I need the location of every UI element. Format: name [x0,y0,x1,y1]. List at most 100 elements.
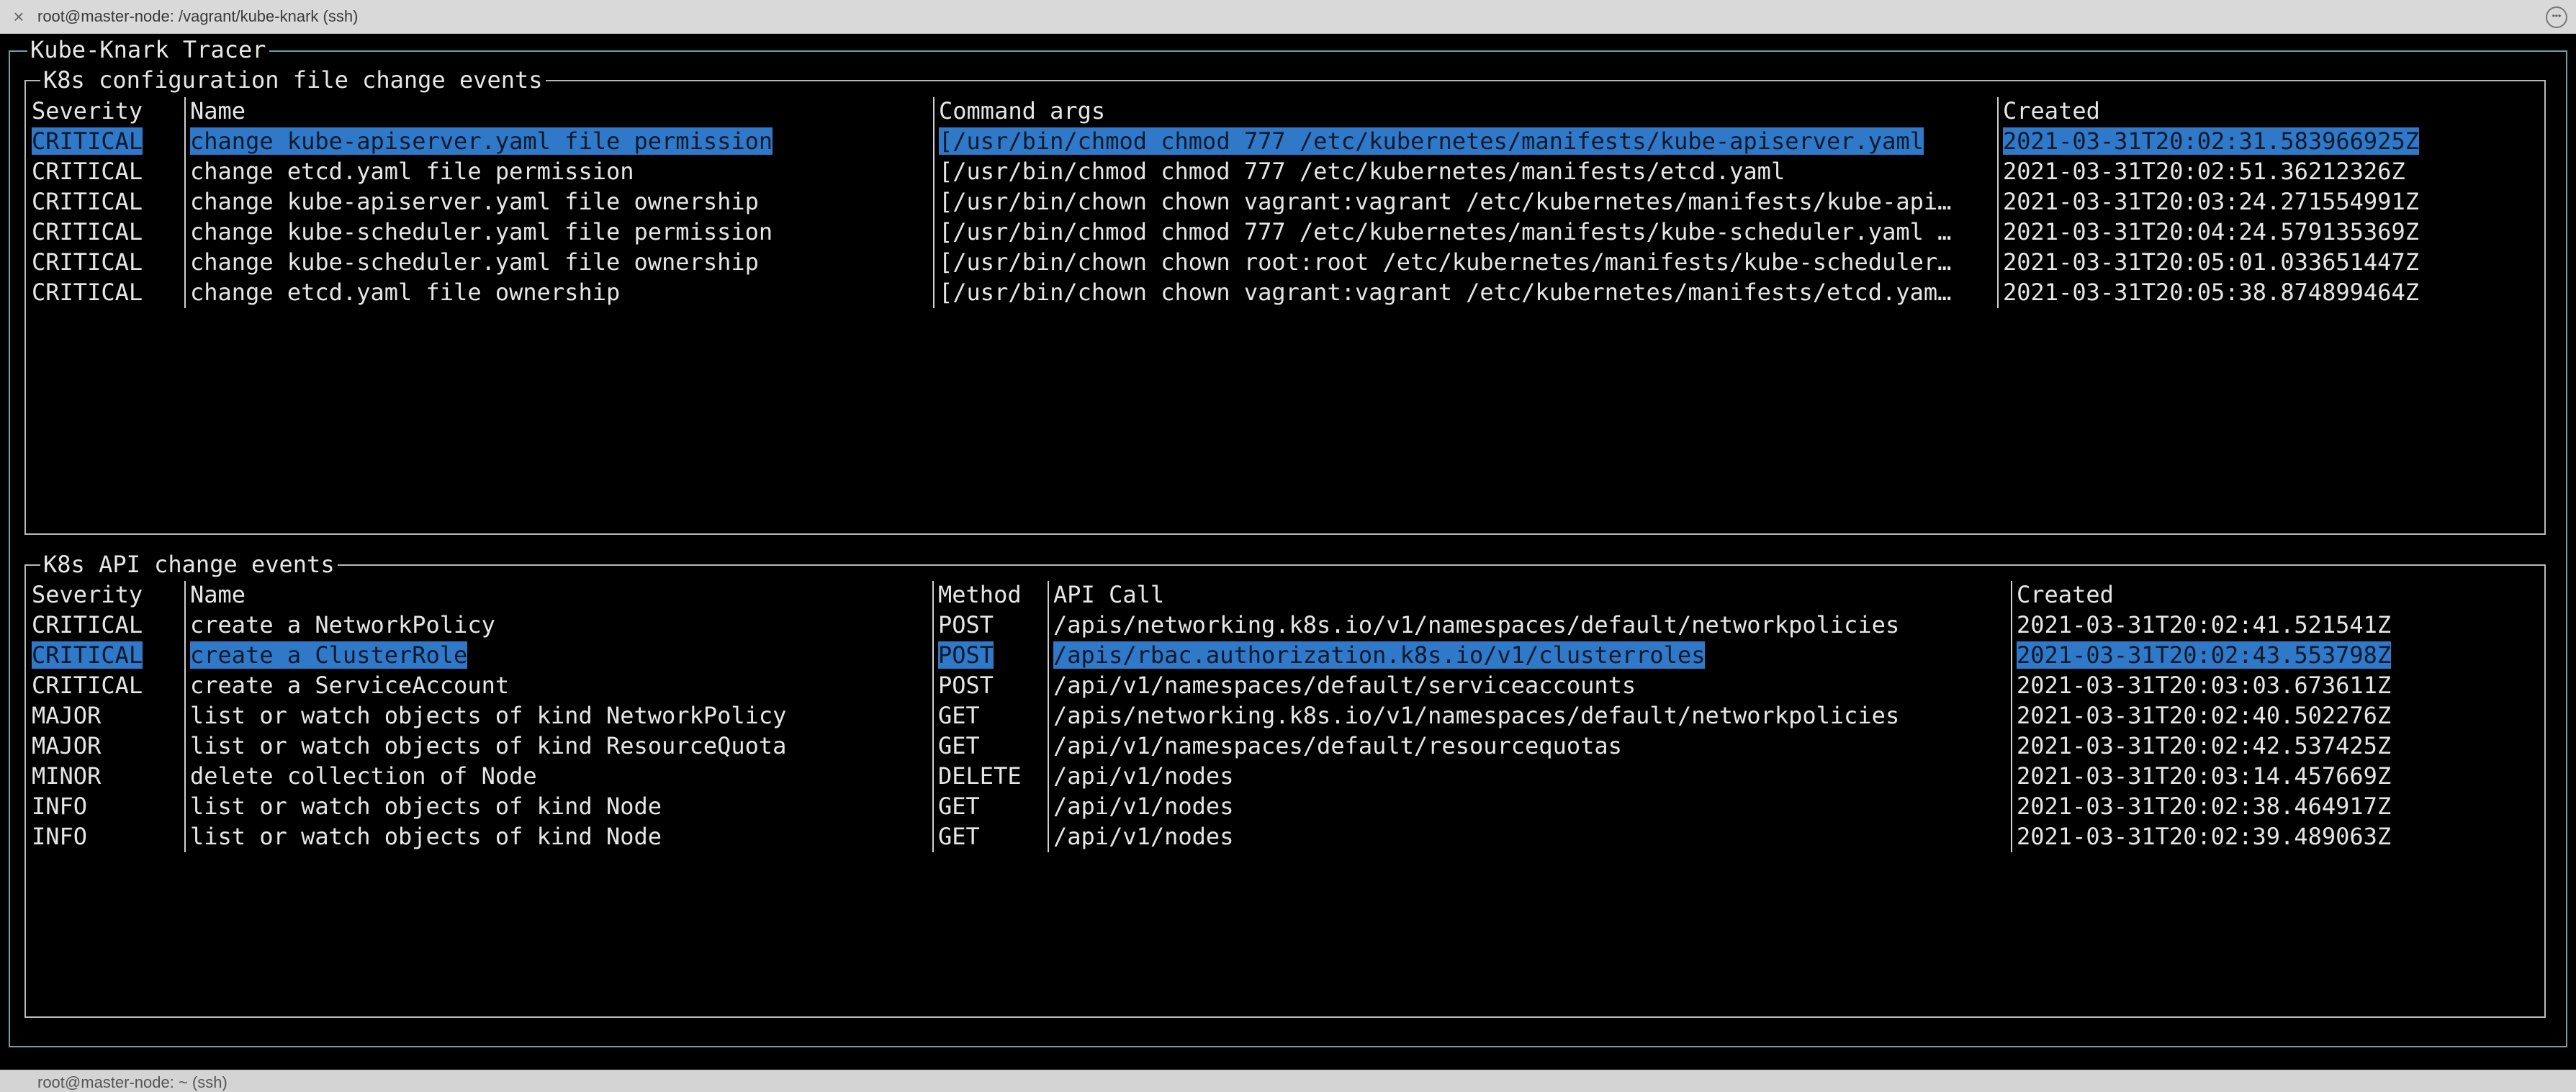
table-row-cell-api[interactable]: /apis/networking.k8s.io/v1/namespaces/de… [1053,700,2004,731]
cell-text-name: change kube-scheduler.yaml file permissi… [190,218,773,245]
cell-text-severity: CRITICAL [32,188,143,215]
table-row-cell-created[interactable]: 2021-03-31T20:02:42.537425Z [2017,731,2535,761]
table-row-cell-method[interactable]: POST [938,670,1046,700]
cell-text-created: 2021-03-31T20:02:51.36212326Z [2003,158,2405,185]
cell-text-api: /apis/networking.k8s.io/v1/namespaces/de… [1053,702,1900,729]
table-row-cell-created[interactable]: 2021-03-31T20:02:38.464917Z [2017,791,2535,821]
table-row-cell-api[interactable]: /apis/rbac.authorization.k8s.io/v1/clust… [1053,640,2004,670]
table-row-cell-severity[interactable]: MAJOR [32,700,176,731]
table-row-cell-args[interactable]: [/usr/bin/chmod chmod 777 /etc/kubernete… [939,217,1990,247]
table-row-cell-severity[interactable]: CRITICAL [32,610,176,640]
more-icon[interactable]: ••• [2546,6,2567,28]
table-row-cell-api[interactable]: /api/v1/nodes [1053,791,2004,821]
table-row-cell-api[interactable]: /apis/networking.k8s.io/v1/namespaces/de… [1053,610,2004,640]
table-row-cell-api[interactable]: /api/v1/namespaces/default/serviceaccoun… [1053,670,2004,700]
table-row-cell-created[interactable]: 2021-03-31T20:02:51.36212326Z [2003,156,2536,186]
cell-text-created: 2021-03-31T20:05:01.033651447Z [2003,248,2419,276]
table-row-cell-name[interactable]: change etcd.yaml file permission [190,156,924,186]
table-row-cell-name[interactable]: list or watch objects of kind ResourceQu… [190,731,924,761]
cell-text-severity: MAJOR [32,732,102,759]
cell-text-created: 2021-03-31T20:02:41.521541Z [2017,611,2392,638]
table-row-cell-severity[interactable]: CRITICAL [32,126,176,156]
table-row-cell-method[interactable]: POST [938,640,1046,670]
close-icon[interactable]: × [9,6,29,27]
cell-text-created: 2021-03-31T20:02:31.583966925Z [2003,127,2419,155]
table-row-cell-created[interactable]: 2021-03-31T20:02:31.583966925Z [2003,126,2536,156]
table-row-cell-created[interactable]: 2021-03-31T20:03:14.457669Z [2017,761,2535,791]
table-row-cell-name[interactable]: create a ServiceAccount [190,670,924,700]
table-row-cell-severity[interactable]: CRITICAL [32,640,176,670]
table-row-cell-name[interactable]: change kube-apiserver.yaml file ownershi… [190,186,924,217]
table-row-cell-name[interactable]: list or watch objects of kind NetworkPol… [190,700,924,731]
cell-text-created: 2021-03-31T20:05:38.874899464Z [2003,279,2419,306]
cell-text-severity: MINOR [32,762,102,790]
column-header-name: Name [190,97,246,125]
table-row-cell-args[interactable]: [/usr/bin/chown chown root:root /etc/kub… [939,247,1990,277]
table-row-cell-severity[interactable]: MAJOR [32,731,176,761]
table-row-cell-severity[interactable]: CRITICAL [32,670,176,700]
table-row-cell-name[interactable]: change kube-apiserver.yaml file permissi… [190,126,924,156]
table-row-cell-args[interactable]: [/usr/bin/chown chown vagrant:vagrant /e… [939,186,1990,217]
table-row-cell-method[interactable]: GET [938,731,1046,761]
table-row-cell-severity[interactable]: CRITICAL [32,186,176,217]
table-row-cell-severity[interactable]: MINOR [32,761,176,791]
cell-text-api: /api/v1/nodes [1053,823,1234,850]
table-row-cell-args[interactable]: [/usr/bin/chmod chmod 777 /etc/kubernete… [939,156,1990,186]
table-row-cell-created[interactable]: 2021-03-31T20:05:38.874899464Z [2003,277,2536,307]
table-row-cell-severity[interactable]: CRITICAL [32,247,176,277]
table-row-cell-severity[interactable]: CRITICAL [32,277,176,307]
cell-text-method: GET [938,702,980,729]
cell-text-name: change etcd.yaml file ownership [190,279,621,306]
table-row-cell-method[interactable]: POST [938,610,1046,640]
table-row-cell-api[interactable]: /api/v1/nodes [1053,761,2004,791]
table-row-cell-name[interactable]: delete collection of Node [190,761,924,791]
column-header-api: API Call [1053,581,1165,608]
table-row-cell-api[interactable]: /api/v1/nodes [1053,821,2004,852]
table-row-cell-name[interactable]: create a NetworkPolicy [190,610,924,640]
column-separator [1997,97,1999,308]
table-row-cell-severity[interactable]: INFO [32,821,176,852]
table-row-cell-method[interactable]: GET [938,791,1046,821]
table-row-cell-severity[interactable]: CRITICAL [32,217,176,247]
cell-text-severity: INFO [32,823,88,850]
table-row-cell-name[interactable]: change etcd.yaml file ownership [190,277,924,307]
table-row-cell-created[interactable]: 2021-03-31T20:02:39.489063Z [2017,821,2535,852]
table-row-cell-created[interactable]: 2021-03-31T20:05:01.033651447Z [2003,247,2536,277]
cell-text-method: POST [938,672,994,699]
table-row-cell-created[interactable]: 2021-03-31T20:02:40.502276Z [2017,700,2535,731]
cell-text-api: /api/v1/namespaces/default/serviceaccoun… [1053,672,1636,699]
table-row-cell-method[interactable]: GET [938,821,1046,852]
cell-text-name: change etcd.yaml file permission [190,158,634,185]
table-row-cell-severity[interactable]: INFO [32,791,176,821]
column-separator [933,97,935,308]
table-row-cell-name[interactable]: change kube-scheduler.yaml file ownershi… [190,247,924,277]
table-row-cell-created[interactable]: 2021-03-31T20:03:24.271554991Z [2003,186,2536,217]
cell-text-api: /api/v1/nodes [1053,762,1234,790]
table-row-cell-name[interactable]: list or watch objects of kind Node [190,821,924,852]
table-row-cell-created[interactable]: 2021-03-31T20:02:43.553798Z [2017,640,2535,670]
cell-text-severity: CRITICAL [32,248,143,276]
table-row-cell-name[interactable]: create a ClusterRole [190,640,924,670]
table-row-cell-severity[interactable]: CRITICAL [32,156,176,186]
second-terminal-tab[interactable]: root@master-node: ~ (ssh) [0,1070,2576,1092]
table-row-cell-created[interactable]: 2021-03-31T20:04:24.579135369Z [2003,217,2536,247]
cell-text-created: 2021-03-31T20:02:42.537425Z [2017,732,2392,759]
cell-text-created: 2021-03-31T20:04:24.579135369Z [2003,218,2419,245]
table-row-cell-name[interactable]: change kube-scheduler.yaml file permissi… [190,217,924,247]
column-separator [184,581,186,852]
column-header-created: Created [2003,97,2100,125]
table-row-cell-method[interactable]: DELETE [938,761,1046,791]
cell-text-severity: MAJOR [32,702,102,729]
table-row-cell-created[interactable]: 2021-03-31T20:03:03.673611Z [2017,670,2535,700]
cell-text-api: /api/v1/nodes [1053,793,1234,820]
api-panel-title: K8s API change events [40,550,338,579]
table-row-cell-method[interactable]: GET [938,700,1046,731]
cell-text-api: /apis/networking.k8s.io/v1/namespaces/de… [1053,611,1900,638]
cell-text-method: GET [938,793,980,820]
table-row-cell-created[interactable]: 2021-03-31T20:02:41.521541Z [2017,610,2535,640]
table-row-cell-api[interactable]: /api/v1/namespaces/default/resourcequota… [1053,731,2004,761]
cell-text-name: list or watch objects of kind Node [190,823,662,850]
table-row-cell-name[interactable]: list or watch objects of kind Node [190,791,924,821]
table-row-cell-args[interactable]: [/usr/bin/chmod chmod 777 /etc/kubernete… [939,126,1990,156]
table-row-cell-args[interactable]: [/usr/bin/chown chown vagrant:vagrant /e… [939,277,1990,307]
